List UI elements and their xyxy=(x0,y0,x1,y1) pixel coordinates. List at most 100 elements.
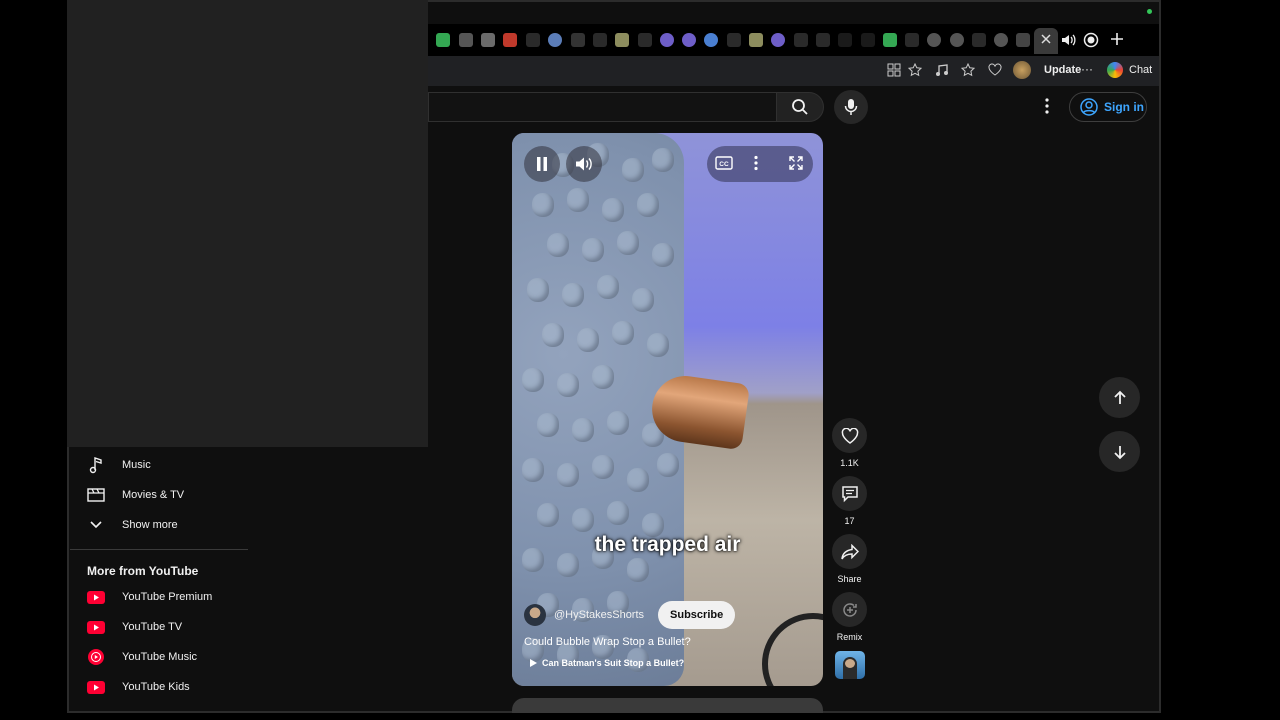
update-button[interactable]: Update xyxy=(1044,64,1081,76)
sidebar-item-show-more[interactable]: Show more xyxy=(87,514,178,536)
tab-favicon[interactable] xyxy=(593,33,607,47)
tab-favicon[interactable] xyxy=(638,33,652,47)
settings-menu-icon[interactable] xyxy=(1040,97,1054,115)
related-video-link[interactable]: Can Batman's Suit Stop a Bullet? xyxy=(530,658,684,668)
sidebar-item-label: YouTube Music xyxy=(122,651,198,663)
chat-button[interactable]: Chat xyxy=(1129,64,1152,76)
search-input[interactable] xyxy=(428,92,776,122)
tab-favicon[interactable] xyxy=(905,33,919,47)
tab-favicon[interactable] xyxy=(503,33,517,47)
media-icon[interactable] xyxy=(935,63,949,77)
comment-icon xyxy=(841,485,859,503)
search-button[interactable] xyxy=(776,92,824,122)
tab-favicon[interactable] xyxy=(838,33,852,47)
tab-favicon[interactable] xyxy=(883,33,897,47)
audio-source-thumbnail[interactable] xyxy=(835,651,865,679)
record-icon[interactable] xyxy=(1083,32,1099,48)
comment-count: 17 xyxy=(844,516,855,526)
favorites-icon[interactable] xyxy=(961,63,975,77)
chevron-down-icon xyxy=(87,516,105,534)
volume-button[interactable] xyxy=(566,146,602,182)
tab-favicon[interactable] xyxy=(771,33,785,47)
like-count: 1.1K xyxy=(840,458,859,468)
search-icon xyxy=(791,98,809,116)
previous-short-button[interactable] xyxy=(1099,377,1140,418)
tab-favicon[interactable] xyxy=(749,33,763,47)
tab-favicon[interactable] xyxy=(816,33,830,47)
microphone-icon xyxy=(844,98,858,116)
sign-in-button[interactable]: Sign in xyxy=(1069,92,1147,122)
remix-label: Remix xyxy=(836,632,863,642)
sidebar-item-label: YouTube Premium xyxy=(122,591,213,603)
video-caption: the trapped air xyxy=(594,533,741,556)
voice-search-button[interactable] xyxy=(834,90,868,124)
more-menu-icon[interactable]: ··· xyxy=(1081,62,1093,76)
sidebar-item-youtube-kids[interactable]: YouTube Kids xyxy=(87,676,190,698)
sidebar-item-label: Show more xyxy=(122,519,178,531)
svg-text:CC: CC xyxy=(719,161,729,168)
account-circle-icon xyxy=(1080,98,1098,116)
pause-icon xyxy=(535,156,549,172)
sidebar-item-label: YouTube Kids xyxy=(122,681,190,693)
sidebar-item-youtube-tv[interactable]: YouTube TV xyxy=(87,616,182,638)
closed-captions-icon[interactable]: CC xyxy=(715,156,733,170)
pause-button[interactable] xyxy=(524,146,560,182)
close-tab-icon[interactable] xyxy=(1039,32,1053,46)
sidebar-item-youtube-music[interactable]: YouTube Music xyxy=(87,646,197,668)
channel-row: @HyStakesShorts Subscribe xyxy=(524,601,736,629)
next-short-preview[interactable] xyxy=(512,698,823,713)
arrow-down-icon xyxy=(1112,444,1128,460)
subscribe-button[interactable]: Subscribe xyxy=(658,601,736,629)
channel-name[interactable]: @HyStakesShorts xyxy=(554,609,644,621)
bookmark-star-icon[interactable] xyxy=(908,63,922,77)
tab-favicon[interactable] xyxy=(927,33,941,47)
profile-avatar[interactable] xyxy=(1013,61,1031,79)
sidebar-item-youtube-premium[interactable]: YouTube Premium xyxy=(87,586,212,608)
youtube-kids-icon xyxy=(87,678,105,696)
tab-favicon[interactable] xyxy=(615,33,629,47)
video-title[interactable]: Could Bubble Wrap Stop a Bullet? xyxy=(524,636,691,648)
health-icon[interactable] xyxy=(988,63,1002,77)
play-icon xyxy=(530,659,537,667)
tab-favicon[interactable] xyxy=(571,33,585,47)
tab-favicon[interactable] xyxy=(526,33,540,47)
chat-logo-icon xyxy=(1107,62,1123,78)
tab-favicon[interactable] xyxy=(950,33,964,47)
sign-in-label: Sign in xyxy=(1104,100,1144,114)
tab-favicon[interactable] xyxy=(660,33,674,47)
tab-favicon[interactable] xyxy=(481,33,495,47)
youtube-premium-icon xyxy=(87,588,105,606)
tab-favicon[interactable] xyxy=(436,33,450,47)
tab-favicon[interactable] xyxy=(994,33,1008,47)
tab-favicon[interactable] xyxy=(1016,33,1030,47)
fullscreen-icon[interactable] xyxy=(788,155,804,171)
arrow-up-icon xyxy=(1112,390,1128,406)
next-short-button[interactable] xyxy=(1099,431,1140,472)
comments-button[interactable] xyxy=(832,476,867,511)
share-label: Share xyxy=(837,574,862,584)
tab-favicon[interactable] xyxy=(861,33,875,47)
tab-favicon[interactable] xyxy=(682,33,696,47)
tab-favicon[interactable] xyxy=(459,33,473,47)
youtube-music-icon xyxy=(87,648,105,666)
tab-favicon[interactable] xyxy=(727,33,741,47)
new-tab-icon[interactable] xyxy=(1109,31,1125,47)
more-options-icon[interactable] xyxy=(752,155,760,171)
tab-favicon[interactable] xyxy=(704,33,718,47)
music-note-icon xyxy=(87,456,105,474)
clapperboard-icon xyxy=(87,486,105,504)
channel-avatar[interactable] xyxy=(524,604,546,626)
tab-favicon[interactable] xyxy=(548,33,562,47)
tab-audio-icon[interactable] xyxy=(1060,32,1076,48)
sidebar-item-music[interactable]: Music xyxy=(87,454,151,476)
share-button[interactable] xyxy=(832,534,867,569)
heart-icon xyxy=(841,427,859,444)
tab-favicon[interactable] xyxy=(794,33,808,47)
like-button[interactable] xyxy=(832,418,867,453)
remix-button[interactable] xyxy=(832,592,867,627)
apps-icon[interactable] xyxy=(887,63,901,77)
tab-favicon[interactable] xyxy=(972,33,986,47)
short-video-player[interactable]: CC the trapped air @HyStakesShorts Subsc… xyxy=(512,133,823,686)
sidebar-item-movies-tv[interactable]: Movies & TV xyxy=(87,484,184,506)
sidebar-item-label: Music xyxy=(122,459,151,471)
